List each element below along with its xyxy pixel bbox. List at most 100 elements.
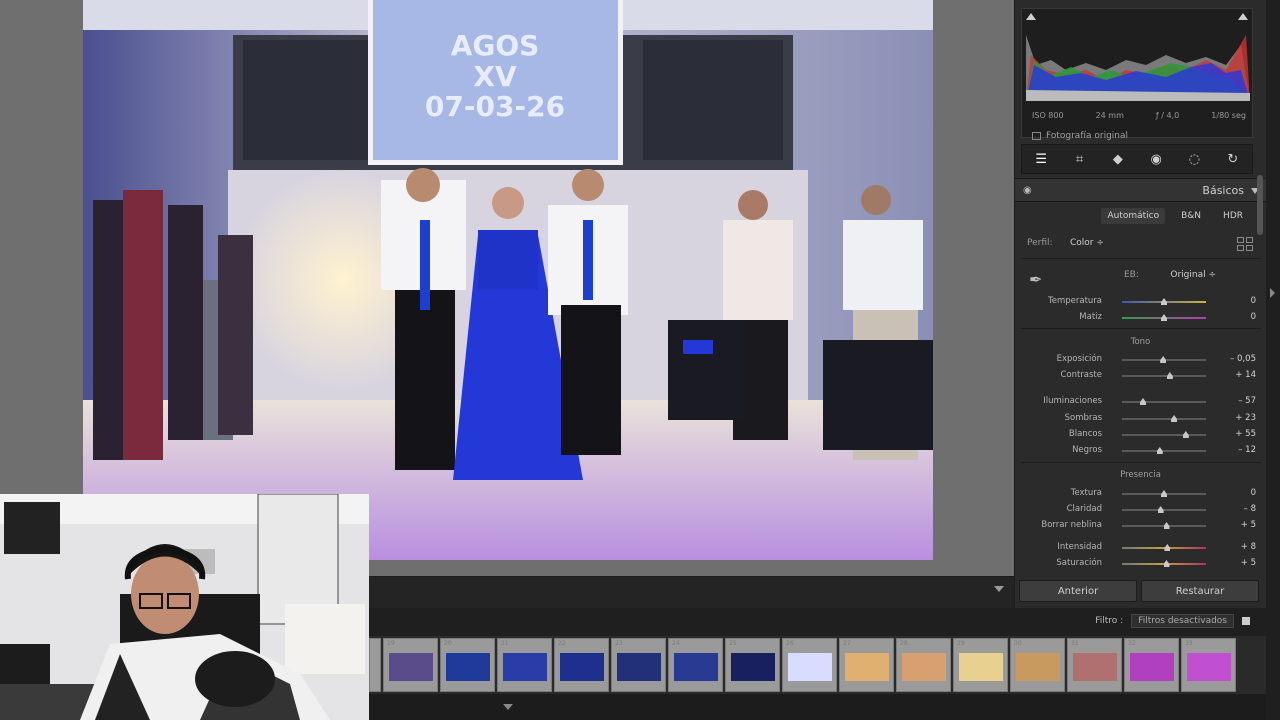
filter-lock-icon[interactable] <box>1242 617 1250 625</box>
main-photo[interactable]: AGOS XV 07-03-26 <box>83 0 933 560</box>
frame-thumbnail[interactable] <box>446 653 490 681</box>
slider-knob[interactable] <box>1140 398 1146 405</box>
filmstrip-cell[interactable]: 32 <box>1124 638 1179 692</box>
slider-knob[interactable] <box>1182 431 1189 438</box>
slider-value[interactable]: 0 <box>1216 312 1256 322</box>
slider-track[interactable] <box>1122 447 1206 454</box>
slider-track[interactable] <box>1122 544 1206 551</box>
filmstrip-cell[interactable]: 26 <box>782 638 837 692</box>
frame-thumbnail[interactable] <box>674 653 718 681</box>
slider-track[interactable] <box>1122 506 1206 513</box>
slider-knob[interactable] <box>1156 447 1163 454</box>
filmstrip-cell[interactable] <box>369 638 381 692</box>
mask-icon[interactable]: ◌ <box>1185 150 1203 168</box>
profile-select[interactable]: Color ÷ <box>1070 238 1104 248</box>
crop-icon[interactable]: ⌗ <box>1070 150 1088 168</box>
frame-thumbnail[interactable] <box>1130 653 1174 681</box>
slider-knob[interactable] <box>1163 560 1170 567</box>
filmstrip-cell[interactable]: 29 <box>953 638 1008 692</box>
slider-track[interactable] <box>1122 490 1206 497</box>
slider-knob[interactable] <box>1161 490 1167 497</box>
treatment-bw[interactable]: B&N <box>1175 208 1207 224</box>
profile-browser-icon[interactable] <box>1237 237 1253 251</box>
filmstrip-cell[interactable]: 21 <box>497 638 552 692</box>
slider-value[interactable]: + 8 <box>1216 542 1256 552</box>
filmstrip-cell[interactable]: 20 <box>440 638 495 692</box>
slider-track[interactable] <box>1122 398 1206 405</box>
filmstrip-cell[interactable]: 23 <box>611 638 666 692</box>
frame-thumbnail[interactable] <box>731 653 775 681</box>
slider-value[interactable]: + 5 <box>1216 558 1256 568</box>
slider-row: Iluminaciones – 57 <box>1015 395 1266 409</box>
slider-value[interactable]: – 0,05 <box>1216 354 1256 364</box>
treatment-hdr[interactable]: HDR <box>1217 208 1249 224</box>
slider-track[interactable] <box>1122 314 1206 321</box>
eraser-icon[interactable]: ◆ <box>1109 150 1127 168</box>
slider-value[interactable]: + 23 <box>1216 413 1256 423</box>
slider-track[interactable] <box>1122 560 1206 567</box>
slider-track[interactable] <box>1122 356 1206 363</box>
slider-value[interactable]: – 12 <box>1216 445 1256 455</box>
slider-track[interactable] <box>1122 522 1206 529</box>
filmstrip-cell[interactable]: 30 <box>1010 638 1065 692</box>
frame-thumbnail[interactable] <box>788 653 832 681</box>
filmstrip-cell[interactable]: 22 <box>554 638 609 692</box>
frame-thumbnail[interactable] <box>560 653 604 681</box>
reset-icon[interactable]: ↻ <box>1224 150 1242 168</box>
frame-thumbnail[interactable] <box>959 653 1003 681</box>
original-photo-toggle[interactable]: Fotografía original <box>1032 131 1128 141</box>
filmstrip-cell[interactable]: 19 <box>383 638 438 692</box>
basic-section-header[interactable]: ◉ Básicos <box>1015 178 1266 202</box>
slider-track[interactable] <box>1122 298 1206 305</box>
chevron-down-icon[interactable] <box>994 586 1004 592</box>
previous-button[interactable]: Anterior <box>1019 580 1137 602</box>
frame-thumbnail[interactable] <box>1016 653 1060 681</box>
slider-knob[interactable] <box>1160 356 1167 363</box>
slider-knob[interactable] <box>1157 506 1164 513</box>
eye-icon[interactable]: ◉ <box>1023 185 1032 196</box>
treatment-auto[interactable]: Automático <box>1101 208 1166 224</box>
tool-strip: ☰ ⌗ ◆ ◉ ◌ ↻ <box>1021 144 1253 174</box>
slider-knob[interactable] <box>1163 522 1170 529</box>
slider-value[interactable]: + 55 <box>1216 429 1256 439</box>
slider-track[interactable] <box>1122 372 1206 379</box>
filmstrip-cell[interactable]: 28 <box>896 638 951 692</box>
slider-value[interactable]: 0 <box>1216 488 1256 498</box>
slider-track[interactable] <box>1122 431 1206 438</box>
frame-thumbnail[interactable] <box>1187 653 1231 681</box>
original-photo-checkbox[interactable] <box>1032 132 1041 140</box>
frame-thumbnail[interactable] <box>503 653 547 681</box>
slider-knob[interactable] <box>1166 372 1173 379</box>
panel-scrollbar[interactable] <box>1257 175 1263 235</box>
expand-arrow-icon[interactable] <box>1270 288 1275 298</box>
filmstrip-cell[interactable]: 27 <box>839 638 894 692</box>
frame-thumbnail[interactable] <box>902 653 946 681</box>
filmstrip-cell[interactable]: 31 <box>1067 638 1122 692</box>
slider-knob[interactable] <box>1161 314 1167 321</box>
sliders-icon[interactable]: ☰ <box>1032 150 1050 168</box>
slider-value[interactable]: + 5 <box>1216 520 1256 530</box>
eyedropper-icon[interactable]: ✒ <box>1029 270 1051 292</box>
slider-row: Intensidad + 8 <box>1015 541 1266 555</box>
slider-knob[interactable] <box>1171 415 1178 422</box>
slider-value[interactable]: – 57 <box>1216 396 1256 406</box>
reset-button[interactable]: Restaurar <box>1141 580 1259 602</box>
chevron-down-icon[interactable] <box>503 704 513 710</box>
frame-thumbnail[interactable] <box>617 653 661 681</box>
frame-thumbnail[interactable] <box>845 653 889 681</box>
frame-thumbnail[interactable] <box>1073 653 1117 681</box>
slider-value[interactable]: 0 <box>1216 296 1256 306</box>
wb-select[interactable]: Original ÷ <box>1170 270 1216 280</box>
aperture-value: ƒ / 4,0 <box>1155 111 1180 120</box>
slider-value[interactable]: – 8 <box>1216 504 1256 514</box>
slider-value[interactable]: + 14 <box>1216 370 1256 380</box>
filmstrip-cell[interactable]: 25 <box>725 638 780 692</box>
redeye-icon[interactable]: ◉ <box>1147 150 1165 168</box>
filmstrip-cell[interactable]: 33 <box>1181 638 1236 692</box>
slider-knob[interactable] <box>1161 298 1167 305</box>
slider-knob[interactable] <box>1164 544 1171 551</box>
filter-dropdown[interactable]: Filtros desactivados <box>1131 614 1234 628</box>
frame-thumbnail[interactable] <box>389 653 433 681</box>
slider-track[interactable] <box>1122 415 1206 422</box>
filmstrip-cell[interactable]: 24 <box>668 638 723 692</box>
